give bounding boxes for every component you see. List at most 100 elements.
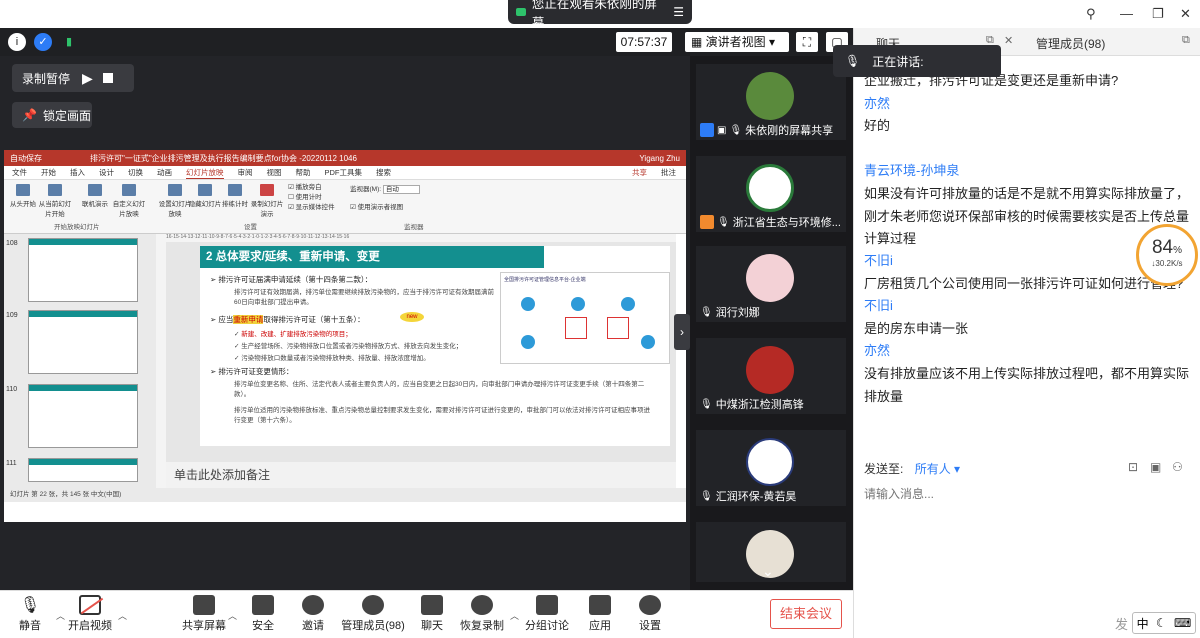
minimize-icon[interactable]: — [1120,6,1133,21]
share-button[interactable]: 共享 [632,167,647,178]
lock-screen-button[interactable]: 📌 锁定画面 [12,102,92,128]
participant-tile[interactable]: 🎙 汇润环保-黄若昊 [696,430,846,506]
narration-label: 播放旁白 [295,184,322,191]
presenter-view-checkbox[interactable]: ☑ 使用演示者视图 [350,202,420,214]
shield-icon[interactable]: ✓ [34,33,52,51]
image-icon[interactable]: ▣ [1150,460,1161,474]
hide-slide-label: 隐藏幻灯片 [188,201,222,208]
mic-icon: 🎙 [19,597,41,614]
play-icon[interactable]: ▶ [82,70,93,87]
chevron-up-icon[interactable]: ︿ [118,609,127,622]
tab-pdf[interactable]: PDF工具集 [325,167,363,178]
play-icon [471,595,493,615]
pin-icon[interactable]: ⚲ [1086,6,1096,22]
settings-button[interactable]: 设置 [620,595,680,633]
timing-checkbox[interactable]: ☐ 使用计时 [288,193,335,203]
network-progress-widget[interactable]: 84% ↓30.2K/s [1136,224,1198,286]
chevron-down-icon[interactable]: ⌄ [762,563,774,580]
tab-design[interactable]: 设计 [99,167,114,178]
slide-thumbnails[interactable]: 108 109 110 111 [4,234,156,488]
slide-sub-3b: 排污单位适用的污染物排放标准、重点污染物总量控制要求发生变化，需要对排污许可证进… [234,407,650,424]
rehearse-button[interactable]: 排练计时 [218,184,252,208]
bottom-toolbar: 🎙 静音 ︿ 开启视频 ︿ 共享屏幕 ︿ 安全 邀请 管理成员(98) 聊天 恢复… [0,590,853,638]
tab-members[interactable]: 管理成员(98) [1036,35,1105,52]
from-current-button[interactable]: 从当前幻灯片开始 [38,184,72,218]
share-screen-label: 共享屏幕 [182,620,226,632]
video-label: 开启视频 [68,620,112,632]
group-setup-label: 设置 [244,224,257,231]
timing-label: 使用计时 [295,194,322,201]
tab-insert[interactable]: 插入 [70,167,85,178]
participant-tile[interactable]: ▣ 🎙 朱依刚的屏幕共享 [696,64,846,140]
signal-icon[interactable]: ▮ [60,33,78,51]
info-icon[interactable]: i [8,33,26,51]
end-meeting-button[interactable]: 结束会议 [770,599,842,629]
progress-percent: 84% [1139,237,1195,259]
chat-input[interactable] [864,482,1184,506]
popout-icon[interactable]: ⧉ [1182,34,1190,47]
tab-review[interactable]: 审阅 [238,167,253,178]
members-icon[interactable]: ⚇ [1172,460,1183,474]
share-screen-icon [193,595,215,615]
online-present-button[interactable]: 联机演示 [78,184,112,208]
participant-tile[interactable]: 🎙 浙江省生态与环境修... [696,156,846,232]
tab-search[interactable]: 搜索 [376,167,391,178]
media-controls-label: 显示媒体控件 [295,204,335,211]
participant-name: 朱依刚的屏幕共享 [745,125,834,137]
watching-indicator[interactable]: 您正在观看朱依刚的屏幕 ☰ [508,0,692,30]
monitor-select[interactable]: 监视器(M): 自动 [350,184,420,196]
resume-recording-button[interactable]: 恢复录制 [452,595,512,633]
send-to-select[interactable]: 所有人 ▾ [915,462,960,476]
fullscreen-icon[interactable]: ⛶ [796,32,818,52]
share-screen-button[interactable]: 共享屏幕 [174,595,234,633]
restore-icon[interactable]: ❐ [1152,6,1164,22]
media-controls-checkbox[interactable]: ☑ 显示媒体控件 [288,203,335,213]
monitor-value: 自动 [382,185,420,194]
setup-show-button[interactable]: 设置幻灯片放映 [158,184,192,218]
chat-sender: 亦然 [864,96,891,111]
tab-home[interactable]: 开始 [41,167,56,178]
stop-icon[interactable] [102,73,113,83]
slide-bullet-2: ➢ 应当重新申请取得排污许可证（第十五条）： [210,315,365,324]
tab-help[interactable]: 帮助 [296,167,311,178]
meeting-window: 您正在观看朱依刚的屏幕 ☰ ⚲ — ❐ ✕ i ✓ ▮ 07:57:37 ▦ 演… [0,0,1200,638]
participant-tile[interactable]: ⌄ [696,522,846,582]
participant-tile[interactable]: 🎙 润行刘娜 [696,246,846,322]
participant-tile[interactable]: 🎙 中煤浙江检测高锋 [696,338,846,414]
tab-slideshow[interactable]: 幻灯片放映 [186,167,224,179]
comment-button[interactable]: 批注 [661,167,676,178]
platform-icon [571,297,585,311]
apps-icon [589,595,611,615]
breakout-button[interactable]: 分组讨论 [517,595,577,633]
hide-slide-button[interactable]: 隐藏幻灯片 [188,184,222,208]
group-monitor-label: 监视器 [404,224,424,231]
custom-show-button[interactable]: 自定义幻灯片放映 [112,184,146,218]
meeting-info-bar: i ✓ ▮ 07:57:37 ▦ 演讲者视图 ▾ ⛶ ▢ [0,28,853,56]
ime-indicator[interactable]: 中 ☾ ⌨ [1132,612,1196,634]
narration-checkbox[interactable]: ☑ 播放旁白 [288,183,335,193]
gear-icon [639,595,661,615]
from-beginning-button[interactable]: 从头开始 [6,184,40,208]
tab-file[interactable]: 文件 [12,167,27,178]
recording-pause-label: 录制暂停 [22,71,71,86]
group-start-label: 开始放映幻灯片 [54,224,100,231]
close-icon[interactable]: ✕ [1004,34,1013,47]
notes-pane[interactable]: 单击此处添加备注 [166,462,676,488]
tab-animations[interactable]: 动画 [157,167,172,178]
video-button[interactable]: 开启视频 [60,595,120,633]
record-button[interactable]: 录制幻灯片演示 [250,184,284,218]
presenter-view-button[interactable]: ▦ 演讲者视图 ▾ [685,32,789,52]
send-button[interactable]: 发 [1115,614,1128,633]
menu-icon[interactable]: ☰ [673,5,684,19]
tab-view[interactable]: 视图 [267,167,282,178]
members-button[interactable]: 管理成员(98) [333,595,413,633]
mute-button[interactable]: 🎙 静音 [0,595,60,633]
chevron-right-icon[interactable]: › [674,314,690,350]
slide-canvas[interactable]: 2 总体要求/延续、重新申请、变更 ➢ 排污许可证届满申请延续（第十四条第二款）… [166,242,676,462]
thumbnail-number: 109 [6,312,18,319]
rehearse-label: 排练计时 [222,201,248,208]
send-to-row: 发送至: 所有人 ▾ [864,460,960,477]
close-icon[interactable]: ✕ [1180,6,1191,22]
tab-transitions[interactable]: 切换 [128,167,143,178]
screenshot-icon[interactable]: ⊡ [1128,460,1138,474]
